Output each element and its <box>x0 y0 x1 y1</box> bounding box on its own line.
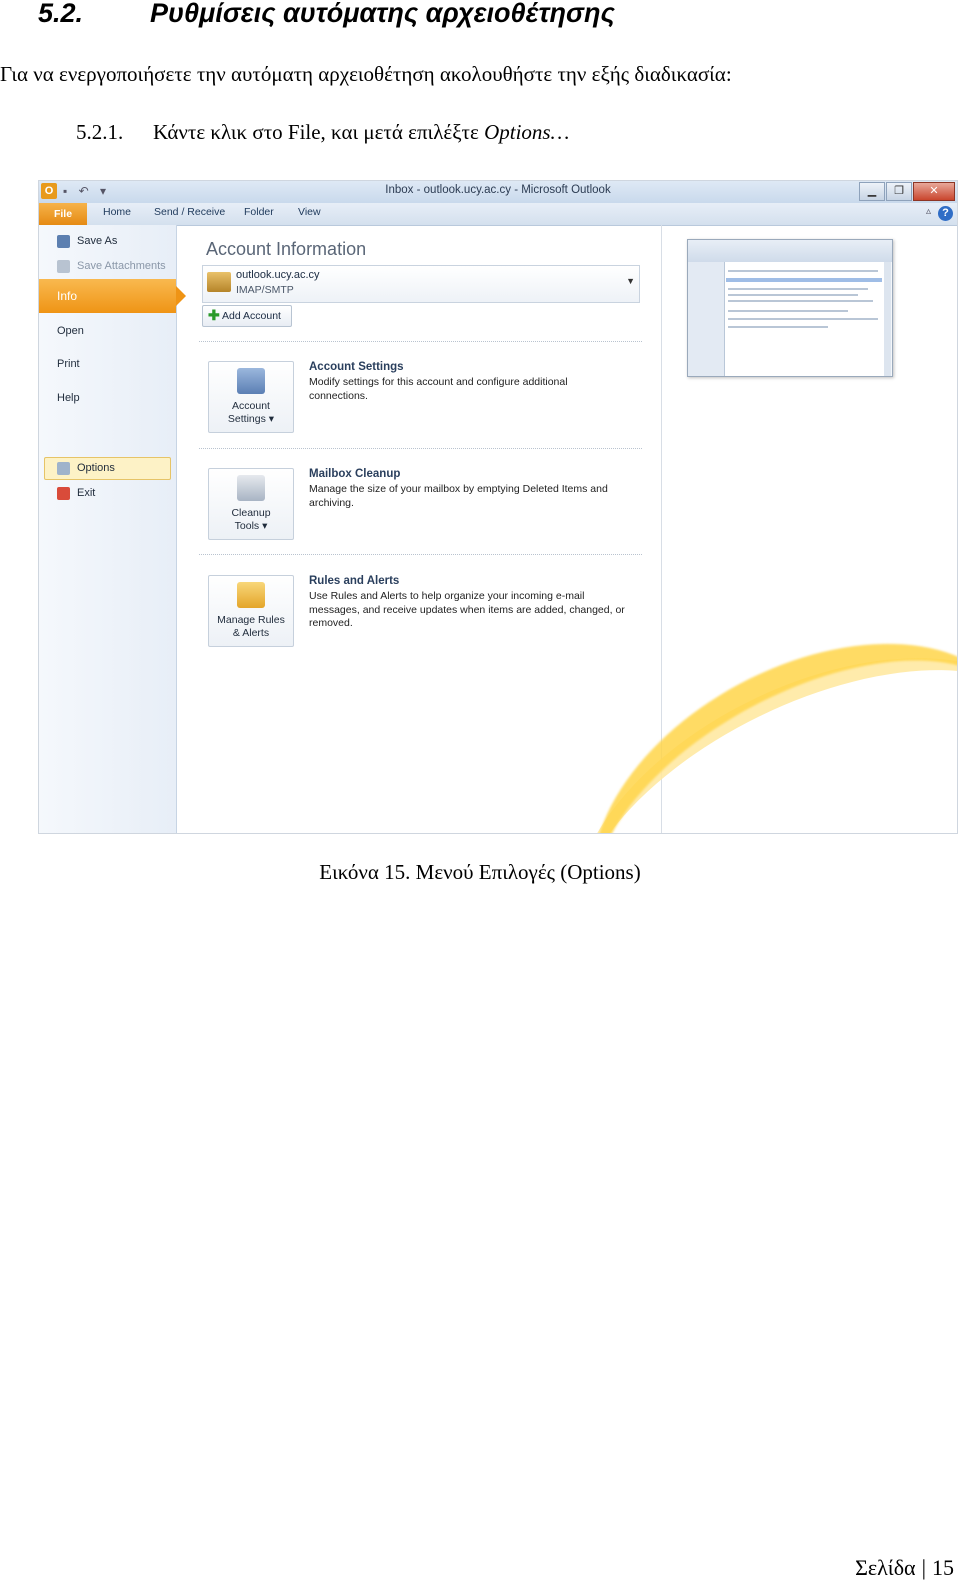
add-account-button[interactable]: ✚ Add Account <box>202 305 292 327</box>
account-settings-icon <box>237 368 265 394</box>
step-text: Κάντε κλικ στο File, και μετά επιλέξτε <box>153 120 485 144</box>
thumbnail-row <box>728 288 868 290</box>
thumbnail-row <box>728 270 878 272</box>
tab-file[interactable]: File <box>39 203 87 225</box>
thumbnail-selected-row <box>726 278 882 282</box>
nav-label: Print <box>57 358 80 370</box>
thumbnail-row <box>728 294 858 296</box>
account-settings-desc: Modify settings for this account and con… <box>309 376 568 402</box>
nav-label: Options <box>77 462 115 474</box>
manage-rules-button[interactable]: Manage Rules & Alerts <box>208 575 294 647</box>
nav-label: Info <box>57 289 78 303</box>
divider <box>199 448 642 449</box>
thumbnail-row <box>728 326 828 328</box>
account-name: outlook.ucy.ac.cy <box>236 269 320 281</box>
account-settings-title: Account Settings <box>309 361 404 373</box>
close-button[interactable]: ✕ <box>913 182 955 201</box>
nav-label: Open <box>57 325 84 337</box>
account-settings-button[interactable]: Account Settings ▾ <box>208 361 294 433</box>
tab-home[interactable]: Home <box>103 206 131 218</box>
footer-separator: | <box>921 1555 926 1580</box>
rules-alerts-desc: Use Rules and Alerts to help organize yo… <box>309 590 625 629</box>
window-title: Inbox - outlook.ucy.ac.cy - Microsoft Ou… <box>385 184 611 196</box>
cleanup-tools-button[interactable]: Cleanup Tools ▾ <box>208 468 294 540</box>
outlook-preview-thumbnail <box>687 239 893 377</box>
thumbnail-row <box>728 318 878 320</box>
step-emphasis: Options… <box>484 120 570 144</box>
title-bar: O ▪ ↶ ▾ Inbox - outlook.ucy.ac.cy - Micr… <box>39 181 957 203</box>
thumbnail-row <box>728 310 848 312</box>
mailbox-cleanup-title: Mailbox Cleanup <box>309 468 401 480</box>
rules-alerts-title: Rules and Alerts <box>309 575 400 587</box>
nav-label: Help <box>57 392 80 404</box>
thumbnail-folder-pane <box>688 262 725 376</box>
minimize-ribbon-icon[interactable]: ▵ <box>926 206 931 217</box>
rules-alerts-icon <box>237 582 265 608</box>
account-information-title: Account Information <box>206 239 367 259</box>
restore-button[interactable]: ❐ <box>886 182 912 201</box>
nav-label: Save Attachments <box>77 260 166 272</box>
add-icon: ✚ <box>208 307 220 323</box>
thumbnail-scrollbar <box>884 262 891 376</box>
figure-caption: Εικόνα 15. Μενού Επιλογές (Options) <box>319 860 641 884</box>
options-icon <box>57 462 70 475</box>
button-label: Manage Rules & Alerts <box>217 614 285 639</box>
exit-icon <box>57 487 70 500</box>
minimize-button[interactable]: ▁ <box>859 182 885 201</box>
footer-label: Σελίδα <box>855 1555 916 1580</box>
mailbox-cleanup-desc: Manage the size of your mailbox by empty… <box>309 483 608 509</box>
nav-label: Save As <box>77 235 118 247</box>
button-label: Cleanup Tools ▾ <box>231 507 271 532</box>
nav-info[interactable]: Info <box>39 279 186 313</box>
thumbnail-ribbon <box>688 240 892 262</box>
step-number: 5.2.1. <box>76 120 124 144</box>
save-attachments-icon <box>57 260 70 273</box>
account-dropdown[interactable]: outlook.ucy.ac.cy IMAP/SMTP ▼ <box>202 265 640 303</box>
ribbon-tabs: File Home Send / Receive Folder View ▵ ? <box>39 203 957 226</box>
divider <box>199 341 642 342</box>
tab-folder[interactable]: Folder <box>244 206 274 218</box>
backstage-nav: Save As Save Attachments Info Open Print… <box>39 225 186 833</box>
button-label: Account Settings ▾ <box>227 400 275 425</box>
step-line: 5.2.1. Κάντε κλικ στο File, και μετά επιλ… <box>76 120 569 145</box>
chevron-down-icon: ▼ <box>626 276 635 286</box>
section-title: Ρυθμίσεις αυτόματης αρχειοθέτησης <box>150 0 615 28</box>
tab-send-receive[interactable]: Send / Receive <box>154 206 225 218</box>
page-footer: Σελίδα | 15 <box>855 1555 954 1581</box>
window-controls: ▁ ❐ ✕ <box>859 182 955 201</box>
divider <box>199 554 642 555</box>
nav-label: Exit <box>77 487 96 499</box>
add-account-label: Add Account <box>222 310 281 322</box>
page-number: 15 <box>932 1555 954 1580</box>
section-number: 5.2. <box>38 0 84 28</box>
section-heading: 5.2. Ρυθμίσεις αυτόματης αρχειοθέτησης <box>38 0 615 29</box>
tab-view[interactable]: View <box>298 206 321 218</box>
account-icon <box>207 272 231 292</box>
intro-paragraph: Για να ενεργοποιήσετε την αυτόματη αρχει… <box>0 62 732 86</box>
help-icon[interactable]: ? <box>938 206 953 221</box>
cleanup-tools-icon <box>237 475 265 501</box>
outlook-screenshot: O ▪ ↶ ▾ Inbox - outlook.ucy.ac.cy - Micr… <box>38 180 958 834</box>
account-type: IMAP/SMTP <box>236 284 294 296</box>
selected-arrow-icon <box>176 286 186 306</box>
save-as-icon <box>57 235 70 248</box>
thumbnail-row <box>728 300 873 302</box>
